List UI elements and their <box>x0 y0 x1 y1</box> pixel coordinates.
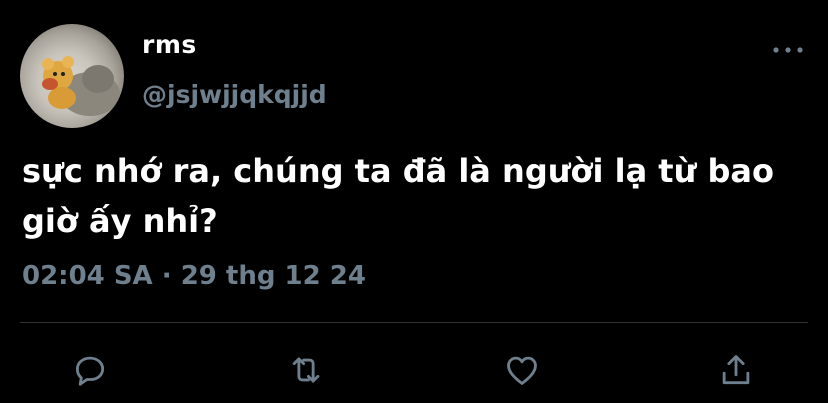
heart-icon <box>507 356 537 385</box>
tweet-metadata: 02:04 SA · 29 thg 12 24 <box>22 261 366 291</box>
more-horizontal-icon <box>773 47 803 53</box>
more-options-button[interactable] <box>770 40 806 60</box>
share-icon <box>722 355 750 385</box>
tweet-time[interactable]: 02:04 SA <box>22 261 153 291</box>
avatar-image <box>42 56 120 116</box>
tweet-text: sực nhớ ra, chúng ta đã là người lạ từ b… <box>22 152 774 240</box>
retweet-button[interactable] <box>286 350 326 390</box>
share-button[interactable] <box>716 350 756 390</box>
tweet-date[interactable]: 29 thg 12 24 <box>181 261 366 291</box>
display-name[interactable]: rms <box>142 30 197 59</box>
meta-separator: · <box>161 261 172 291</box>
retweet-icon <box>292 357 320 383</box>
reply-icon <box>75 356 105 386</box>
user-handle[interactable]: @jsjwjjqkqjjd <box>142 80 327 109</box>
like-button[interactable] <box>502 350 542 390</box>
divider <box>20 322 808 323</box>
avatar[interactable] <box>20 24 124 128</box>
reply-button[interactable] <box>70 350 110 390</box>
